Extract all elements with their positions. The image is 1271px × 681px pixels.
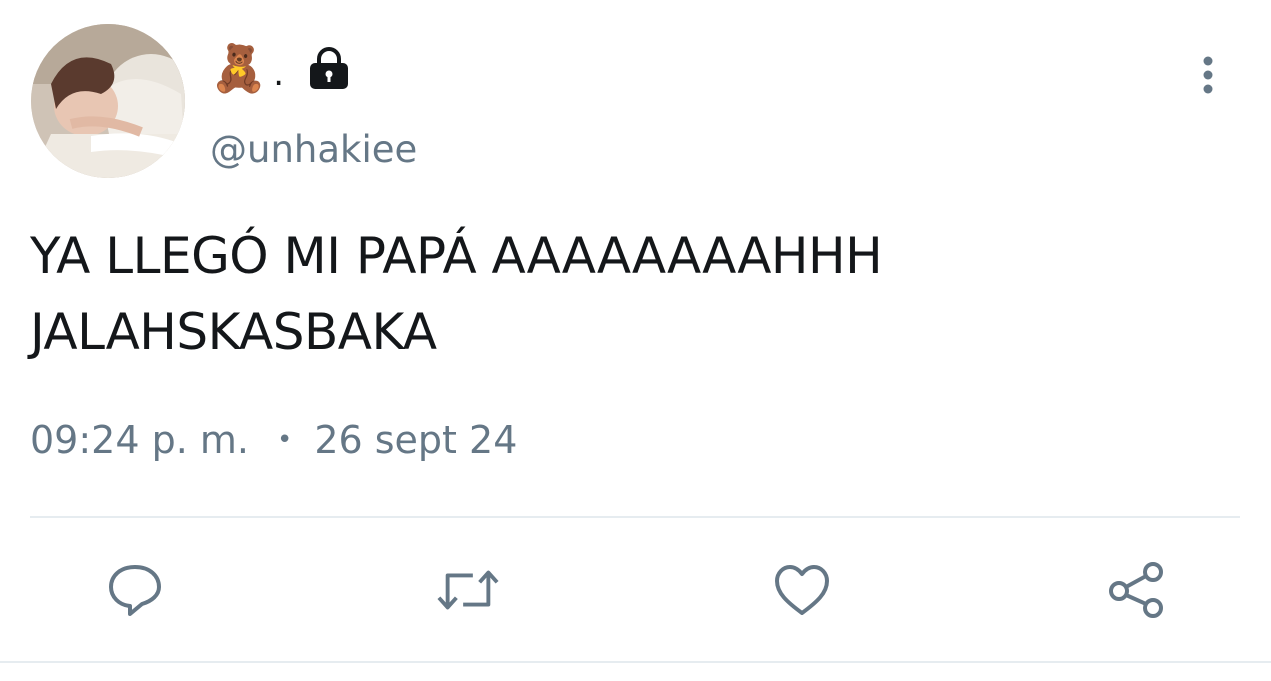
retweet-button[interactable] [436, 558, 500, 622]
teddy-bear-emoji: 🧸 [210, 41, 268, 95]
display-name-suffix: . [273, 54, 285, 94]
bottom-border [0, 661, 1271, 663]
meta-separator: • [276, 425, 293, 455]
avatar-image [31, 24, 185, 178]
action-bar [0, 558, 1271, 622]
share-button[interactable] [1104, 558, 1168, 622]
reply-button[interactable] [103, 558, 167, 622]
tweet-time: 09:24 p. m. [30, 418, 249, 462]
tweet-text: YA LLEGÓ MI PAPÁ AAAAAAAAHHH JALAHSKASBA… [30, 227, 883, 361]
reply-icon [109, 565, 161, 616]
tweet-metadata: 09:24 p. m. • 26 sept 24 [30, 415, 517, 465]
heart-icon [775, 565, 829, 615]
avatar[interactable] [31, 24, 185, 178]
divider [30, 516, 1240, 518]
lock-icon [308, 46, 350, 90]
display-name[interactable]: 🧸 . [210, 40, 350, 96]
tweet-date: 26 sept 24 [314, 418, 518, 462]
user-handle[interactable]: @unhakiee [210, 128, 417, 172]
retweet-icon [437, 570, 499, 610]
share-icon [1109, 562, 1163, 618]
like-button[interactable] [770, 558, 834, 622]
more-options-icon[interactable] [1190, 52, 1226, 98]
tweet-card: 🧸 . @unhakiee YA LLEGÓ MI PAPÁ AAAAAAAAH… [0, 0, 1271, 681]
